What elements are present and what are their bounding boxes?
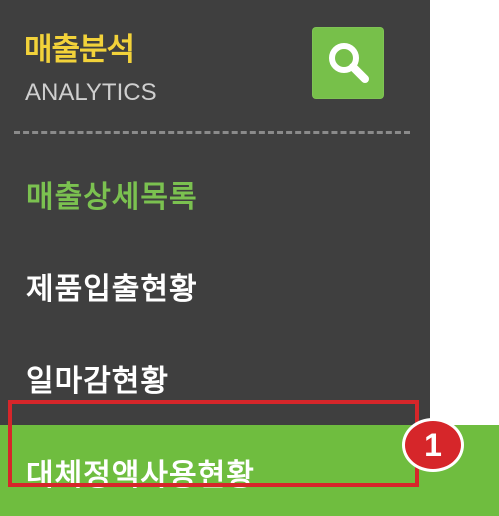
annotation-highlight-box — [8, 400, 419, 487]
section-divider — [14, 131, 410, 134]
section-title: 매출분석 — [24, 32, 135, 68]
menu-item-product-inout[interactable]: 제품입출현황 — [26, 264, 198, 308]
search-button[interactable] — [312, 27, 384, 99]
section-subtitle: ANALYTICS — [25, 79, 157, 106]
annotation-number-badge: 1 — [402, 418, 464, 472]
menu-item-daily-closing[interactable]: 일마감현황 — [26, 356, 169, 400]
menu-item-sales-detail[interactable]: 매출상세목록 — [26, 172, 198, 216]
search-icon — [329, 43, 369, 83]
